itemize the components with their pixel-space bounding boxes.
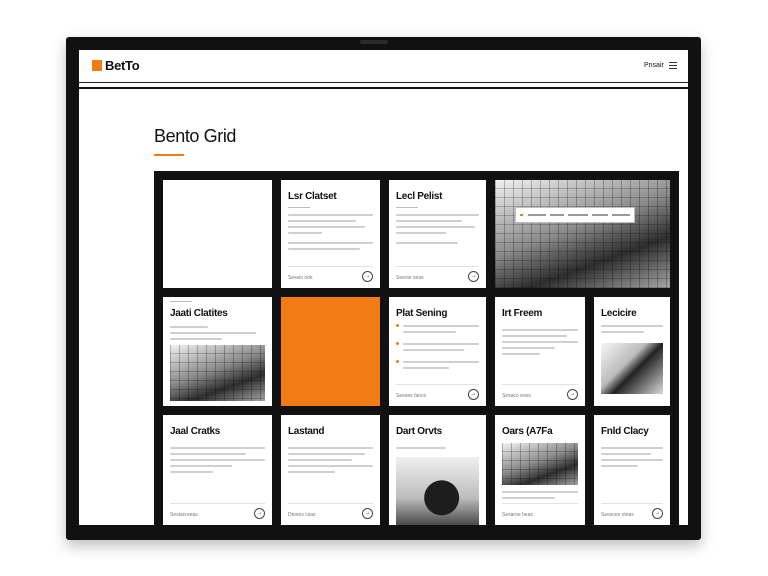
- card-title: Dart Orvts: [396, 426, 442, 437]
- card-eyebrow: [170, 301, 192, 302]
- card-footer: Seeses fance →: [396, 384, 479, 406]
- header-divider: [79, 87, 688, 89]
- card-text: [403, 325, 479, 337]
- bento-card[interactable]: Jaal Cratks Sestacreeas →: [163, 415, 272, 525]
- card-title: Jaal Cratks: [170, 426, 221, 437]
- webcam: [360, 40, 388, 44]
- card-text: [170, 326, 265, 344]
- bento-card[interactable]: Dart Orvts: [389, 415, 486, 525]
- card-text: [170, 447, 265, 477]
- card-footer: Seesces oteas →: [601, 503, 663, 525]
- card-title: Fnld Clacy: [601, 426, 649, 437]
- card-title: Lastand: [288, 426, 325, 437]
- arrow-right-icon[interactable]: →: [652, 508, 663, 519]
- card-footer: Sesaroe heas: [502, 503, 578, 525]
- city-building-photo: [495, 180, 670, 288]
- card-title: Lecicire: [601, 308, 637, 319]
- card-footer-label[interactable]: Sesaroe heas: [502, 512, 533, 518]
- street-photo: [502, 443, 578, 485]
- card-footer: Seecte seas →: [396, 266, 479, 288]
- card-text: [396, 214, 479, 238]
- card-footer-label[interactable]: Sesaco eoos: [502, 393, 531, 399]
- browser-viewport: BetTo Pnsair Bento Grid Lsr Clatset Sess…: [79, 50, 688, 525]
- bento-card[interactable]: Lastand Dtooes csas →: [281, 415, 380, 525]
- card-text: [403, 343, 479, 355]
- card-footer-label[interactable]: Sestacreeas: [170, 512, 198, 518]
- card-text: [601, 447, 663, 471]
- card-footer-label[interactable]: Seeses fance: [396, 393, 426, 399]
- bento-card[interactable]: Lsr Clatset Sessio ook →: [281, 180, 380, 288]
- desk-photo: [601, 343, 663, 394]
- bento-card[interactable]: Jaati Clatites: [163, 297, 272, 406]
- card-footer: Sestacreeas →: [170, 503, 265, 525]
- title-accent-rule: [154, 154, 184, 156]
- card-title: Irt Freem: [502, 308, 543, 319]
- card-footer-label[interactable]: Sessio ook: [288, 275, 312, 281]
- card-title: Lsr Clatset: [288, 191, 337, 202]
- card-title: Plat Sening: [396, 308, 448, 319]
- arrow-right-icon[interactable]: →: [362, 271, 373, 282]
- card-footer: Sessio ook →: [288, 266, 373, 288]
- nav-link[interactable]: Pnsair: [644, 62, 664, 69]
- bullet-icon: [396, 342, 399, 345]
- arrow-right-icon[interactable]: →: [567, 389, 578, 400]
- card-footer: Dtooes csas →: [288, 503, 373, 525]
- card-text: [502, 329, 578, 359]
- card-text: [288, 242, 373, 254]
- bento-card[interactable]: Oars (A7Fa Sesaroe heas: [495, 415, 585, 525]
- arrow-right-icon[interactable]: →: [468, 389, 479, 400]
- card-footer-label[interactable]: Dtooes csas: [288, 512, 316, 518]
- bento-card[interactable]: Irt Freem Sesaco eoos →: [495, 297, 585, 406]
- card-text: [502, 491, 578, 503]
- top-navbar: BetTo Pnsair: [79, 50, 688, 83]
- card-footer-label[interactable]: Seecte seas: [396, 275, 424, 281]
- logo-text[interactable]: BetTo: [105, 58, 140, 73]
- overlay-caption-panel: [515, 207, 635, 223]
- bento-card[interactable]: Plat Sening Seeses fance →: [389, 297, 486, 406]
- orange-accent-card[interactable]: [281, 297, 380, 406]
- card-eyebrow: [288, 207, 310, 208]
- card-text: [601, 325, 663, 337]
- bento-card-image[interactable]: [495, 180, 670, 288]
- arrow-right-icon[interactable]: →: [362, 508, 373, 519]
- card-title: Oars (A7Fa: [502, 426, 553, 437]
- card-text: [396, 242, 479, 248]
- card-title: Lecl Pelist: [396, 191, 443, 202]
- logo-mark-icon: [92, 60, 102, 71]
- card-text: [396, 447, 479, 453]
- bento-grid: Lsr Clatset Sessio ook → Lecl Pelist See…: [154, 171, 679, 525]
- card-text: [288, 214, 373, 238]
- card-footer-label[interactable]: Seesces oteas: [601, 512, 634, 518]
- street-photo: [170, 345, 265, 401]
- hamburger-menu-icon[interactable]: [669, 62, 677, 69]
- arrow-right-icon[interactable]: →: [254, 508, 265, 519]
- arrow-right-icon[interactable]: →: [468, 271, 479, 282]
- bento-card[interactable]: Lecl Pelist Seecte seas →: [389, 180, 486, 288]
- card-title: Jaati Clatites: [170, 308, 228, 319]
- bento-card-blank[interactable]: [163, 180, 272, 288]
- bullet-icon: [396, 324, 399, 327]
- laptop-photo: [396, 457, 479, 525]
- bento-card[interactable]: Lecicire: [594, 297, 670, 406]
- card-text: [288, 447, 373, 477]
- bento-card[interactable]: Fnld Clacy Seesces oteas →: [594, 415, 670, 525]
- page-title: Bento Grid: [154, 126, 237, 146]
- bullet-icon: [396, 360, 399, 363]
- card-text: [403, 361, 479, 373]
- card-eyebrow: [396, 207, 418, 208]
- card-footer: Sesaco eoos →: [502, 384, 578, 406]
